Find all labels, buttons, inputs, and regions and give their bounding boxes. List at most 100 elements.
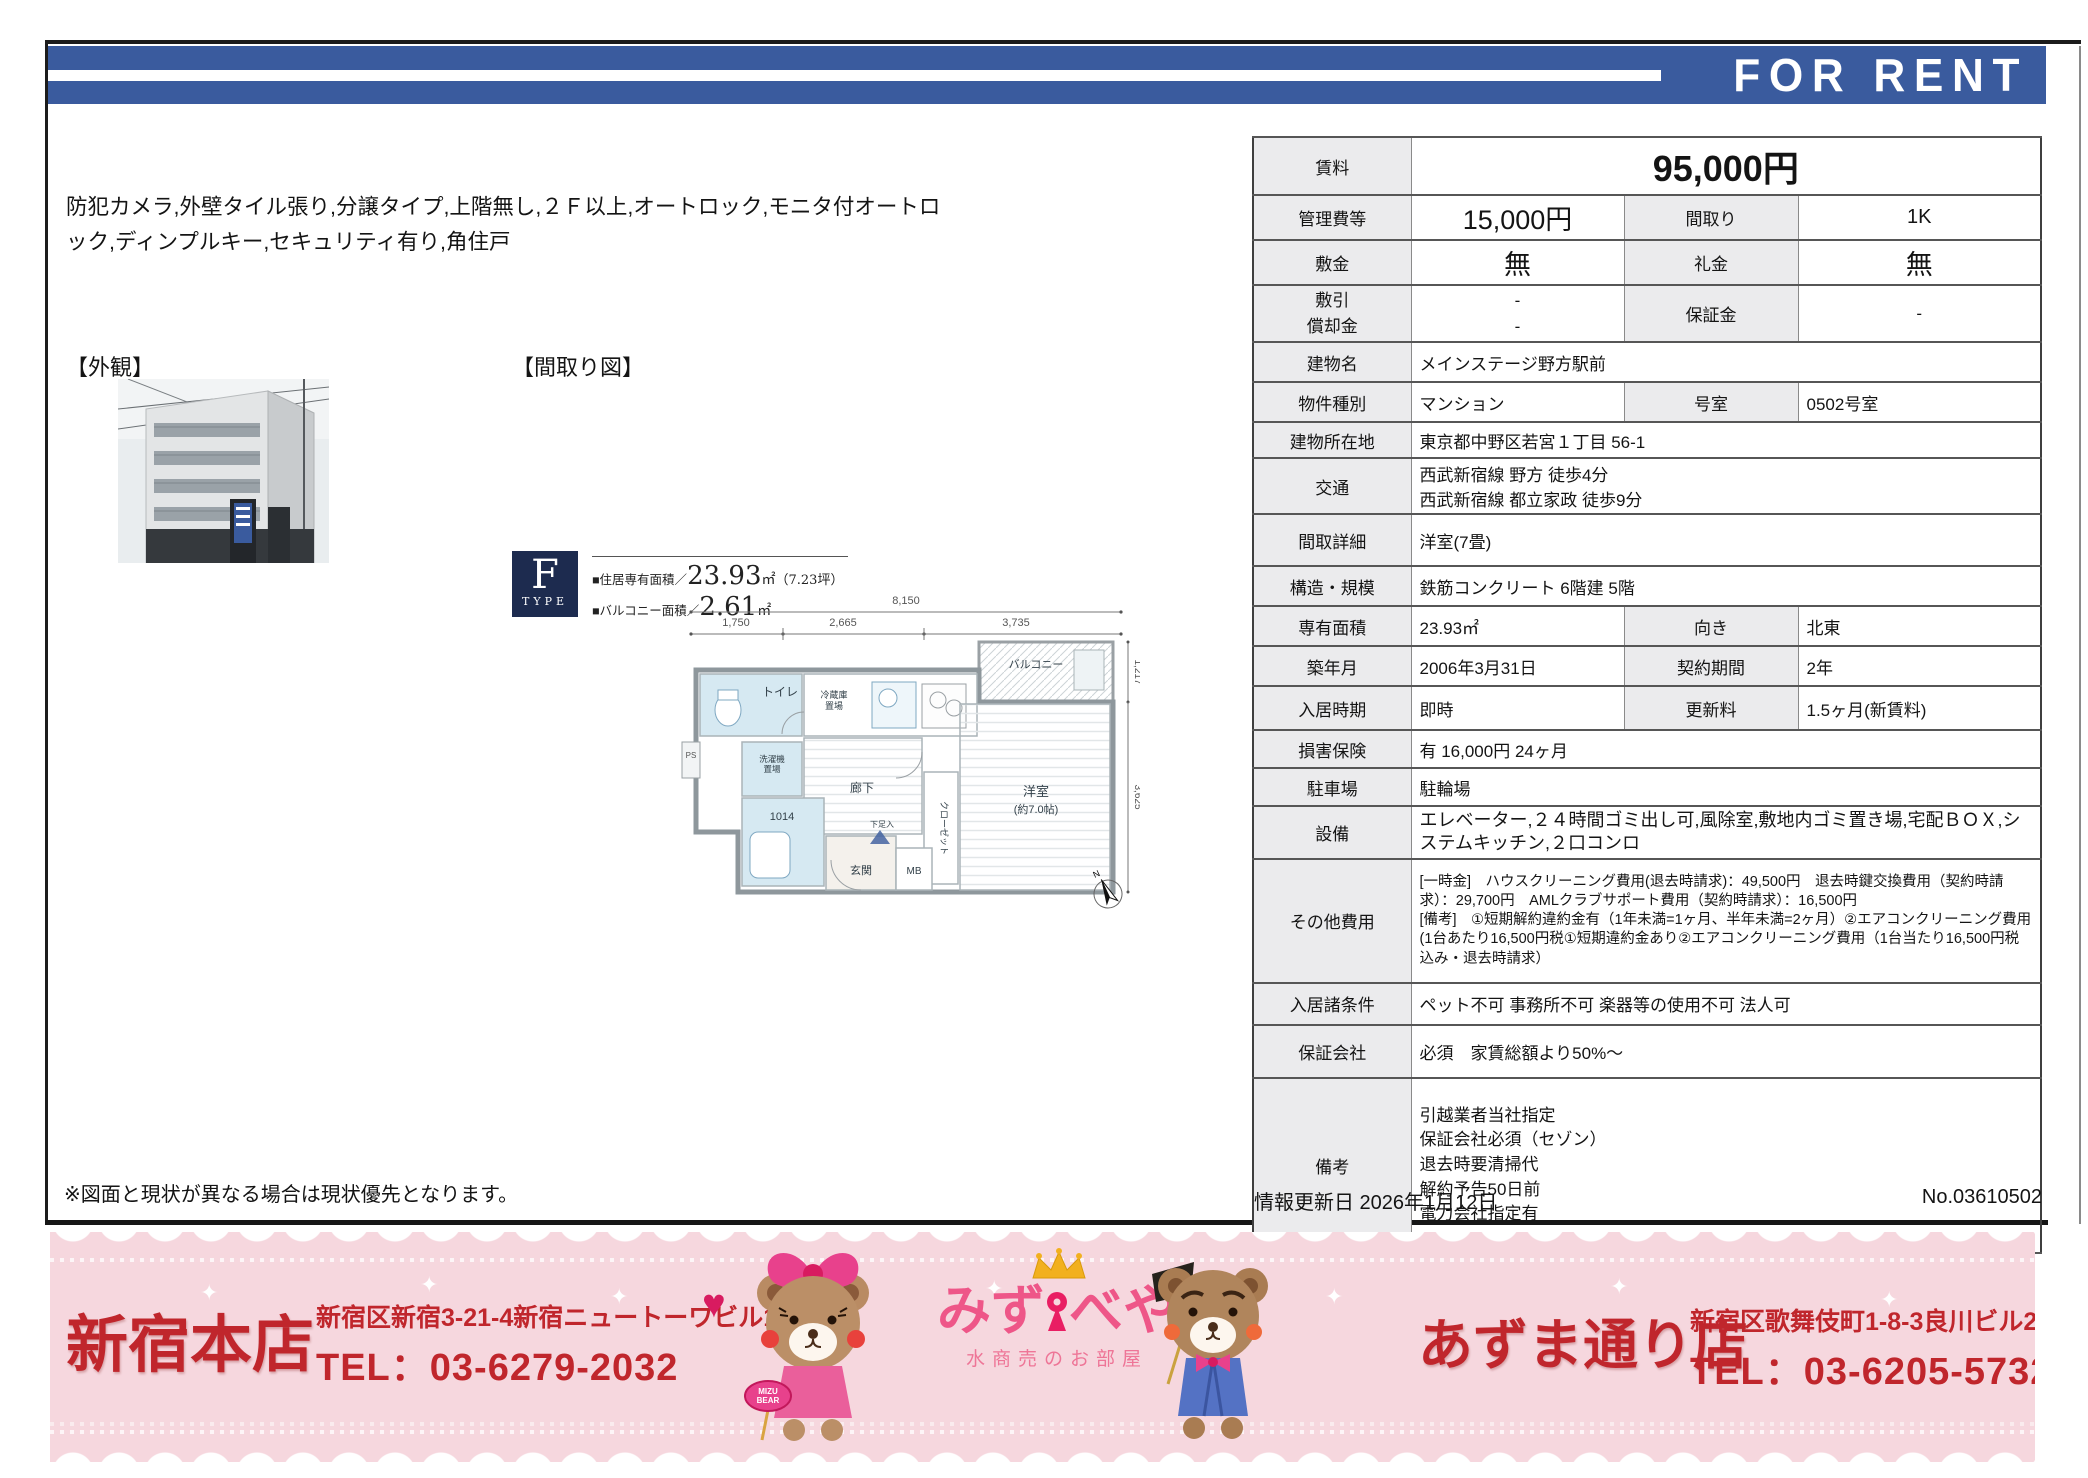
contract-period-label: 契約期間 [1623,645,1799,687]
fridge-label-1: 冷蔵庫 [820,689,847,700]
lace-bottom-1 [50,1430,2035,1434]
other-fees-value: [一時金] ハウスクリーニング費用(退去時請求)：49,500円 退去時鍵交換費… [1410,857,2042,984]
address-label: 建物所在地 [1252,421,1412,459]
exterior-section-label: 【外観】 [66,355,155,380]
parking-label: 駐車場 [1252,767,1412,807]
type-letter: F [531,552,559,598]
layout-detail-value: 洋室(7畳) [1410,513,2042,567]
sparkle-icon: ✦ [420,1272,439,1297]
management-fee-label: 管理費等 [1252,194,1412,241]
access-value: 西武新宿線 野方 徒歩4分 西武新宿線 都立家政 徒歩9分 [1410,457,2042,515]
shikibiki-shokyaku-value: - - [1410,284,1625,343]
document-number: No.03610502 [1921,1186,2042,1208]
closet-label: クローゼット [939,801,950,855]
living-area-value: 23.93 [687,561,762,591]
contract-period-value: 2年 [1797,645,2042,687]
sparkle-icon: ✦ [1325,1284,1344,1309]
exterior-photo [117,378,330,564]
bath-label: 1014 [770,811,794,823]
key-money-label: 礼金 [1623,239,1799,286]
living-area-unit: ㎡ [761,572,776,588]
exclusive-area-label: 専有面積 [1252,605,1412,647]
management-fee-value: 15,000円 [1410,194,1625,241]
shikibiki-shokyaku-label: 敷引 償却金 [1252,284,1412,343]
living-area-label: ■住居専有面積／ [592,573,688,587]
dim-total: 8,150 [892,595,920,607]
address-value: 東京都中野区若宮１丁目 56-1 [1410,421,2042,459]
shop2-info: 新宿区歌舞伎町1-8-3良川ビル2階 TEL：03-6205-5732 [1690,1302,2035,1395]
conditions-label: 入居諸条件 [1252,981,1412,1026]
equipment-value: エレベーター,２４時間ゴミ出し可,風除室,敷地内ゴミ置き場,宅配ＢＯＸ,システム… [1410,805,2042,860]
property-type-label: 物件種別 [1252,381,1412,423]
dim-seg2: 2,665 [829,617,857,629]
deposit-value: 無 [1410,239,1625,286]
other-fees-line-1: [一時金] ハウスクリーニング費用(退去時請求)：49,500円 退去時鍵交換費… [1419,873,2004,909]
fridge-label-2: 置場 [825,700,843,711]
shoes-label: 下足入 [870,820,894,829]
equipment-label: 設備 [1252,805,1412,860]
other-fees-line-2: [備考] ①短期解約違約金有（1年未満=1ヶ月、半年未満=2ヶ月）②エアコンクリ… [1419,912,2032,967]
type-word: TYPE [521,595,569,608]
lace-bottom-2 [50,1422,2035,1426]
built-date-label: 築年月 [1252,645,1412,687]
dim-seg3: 3,735 [1002,617,1030,629]
floorplan-section-label: 【間取り図】 [512,355,645,380]
boy-bear-mascot [1138,1244,1288,1455]
mb-label: MB [907,866,922,877]
heart-icon: ♥ [702,1282,726,1326]
other-fees-label: その他費用 [1252,857,1412,984]
bear-sign-text-2: BEAR [757,1396,780,1405]
guarantor-company-label: 保証会社 [1252,1023,1412,1079]
remarks-line-1: 引越業者当社指定 [1419,1105,1556,1125]
entrance-label: 玄関 [850,863,872,877]
shop2-address: 新宿区歌舞伎町1-8-3良川ビル2階 [1690,1308,2035,1336]
access-line-1: 西武新宿線 野方 徒歩4分 [1419,466,1609,485]
insurance-label: 損害保険 [1252,729,1412,769]
built-date-value: 2006年3月31日 [1410,645,1625,687]
deposit-label: 敷金 [1252,239,1412,286]
layout-detail-label: 間取詳細 [1252,513,1412,567]
security-deposit-label: 保証金 [1623,284,1799,343]
balcony-label: バルコニー [1009,658,1064,671]
property-type-value: マンション [1410,381,1625,423]
drawing-disclaimer-note: ※図面と現状が異なる場合は現状優先となります。 [64,1184,519,1206]
laundry-label-1: 洗濯機 [759,754,785,764]
layout-type-value: 1K [1797,194,2042,241]
crown-icon [1032,1248,1086,1279]
logo-text-left: みず [937,1281,1045,1341]
structure-value: 鉄筋コンクリート 6階建 5階 [1410,565,2042,607]
keyhole-icon [1047,1292,1067,1331]
shokyaku-value: - [1514,316,1521,336]
access-line-2: 西武新宿線 都立家政 徒歩9分 [1419,491,1643,510]
security-deposit-value: - [1797,284,2042,343]
shikibiki-value: - [1514,291,1521,310]
shop1-name: 新宿本店 [66,1311,315,1380]
ps-label: PS [686,751,697,760]
building-name-value: メインステージ野方駅前 [1410,341,2042,383]
document-left-border [45,40,48,1224]
layout-type-label: 間取り [1623,194,1799,241]
renewal-fee-value: 1.5ヶ月(新賃料) [1797,685,2042,731]
direction-value: 北東 [1797,605,2042,647]
shop1-tel: TEL：03-6279-2032 [316,1347,679,1389]
structure-label: 構造・規模 [1252,565,1412,607]
shop-banner: ✦ ✦ ✦ ✦ ✦ ✦ ✦ 新宿本店 新宿区新宿3-21-4新宿ニュートーワビル… [50,1232,2035,1462]
dim-seg1: 1,750 [722,617,750,629]
toilet-label: トイレ [762,685,798,699]
key-money-value: 無 [1797,239,2042,286]
header-bar: FOR RENT [48,46,2046,104]
remarks-line-3: 退去時要清掃代 [1419,1154,1539,1174]
remarks-line-2: 保証会社必須（セゾン） [1419,1130,1607,1150]
legend-rule [592,556,848,557]
remarks-label: 備考 [1252,1076,1412,1254]
property-table: 賃料 95,000円 管理費等 15,000円 間取り 1K 敷金 無 礼金 無… [1252,136,2043,1254]
rent-value: 95,000円 [1410,136,2042,196]
header-stripe [48,70,1661,81]
exclusive-area-value: 23.93㎡ [1410,605,1625,647]
move-in-value: 即時 [1410,685,1625,731]
sparkle-icon: ✦ [1610,1274,1629,1299]
room-number-value: 0502号室 [1797,381,2042,423]
floorplan-type-badge: F TYPE [512,551,578,617]
move-in-label: 入居時期 [1252,685,1412,731]
shikibiki-label: 敷引 [1315,291,1350,310]
